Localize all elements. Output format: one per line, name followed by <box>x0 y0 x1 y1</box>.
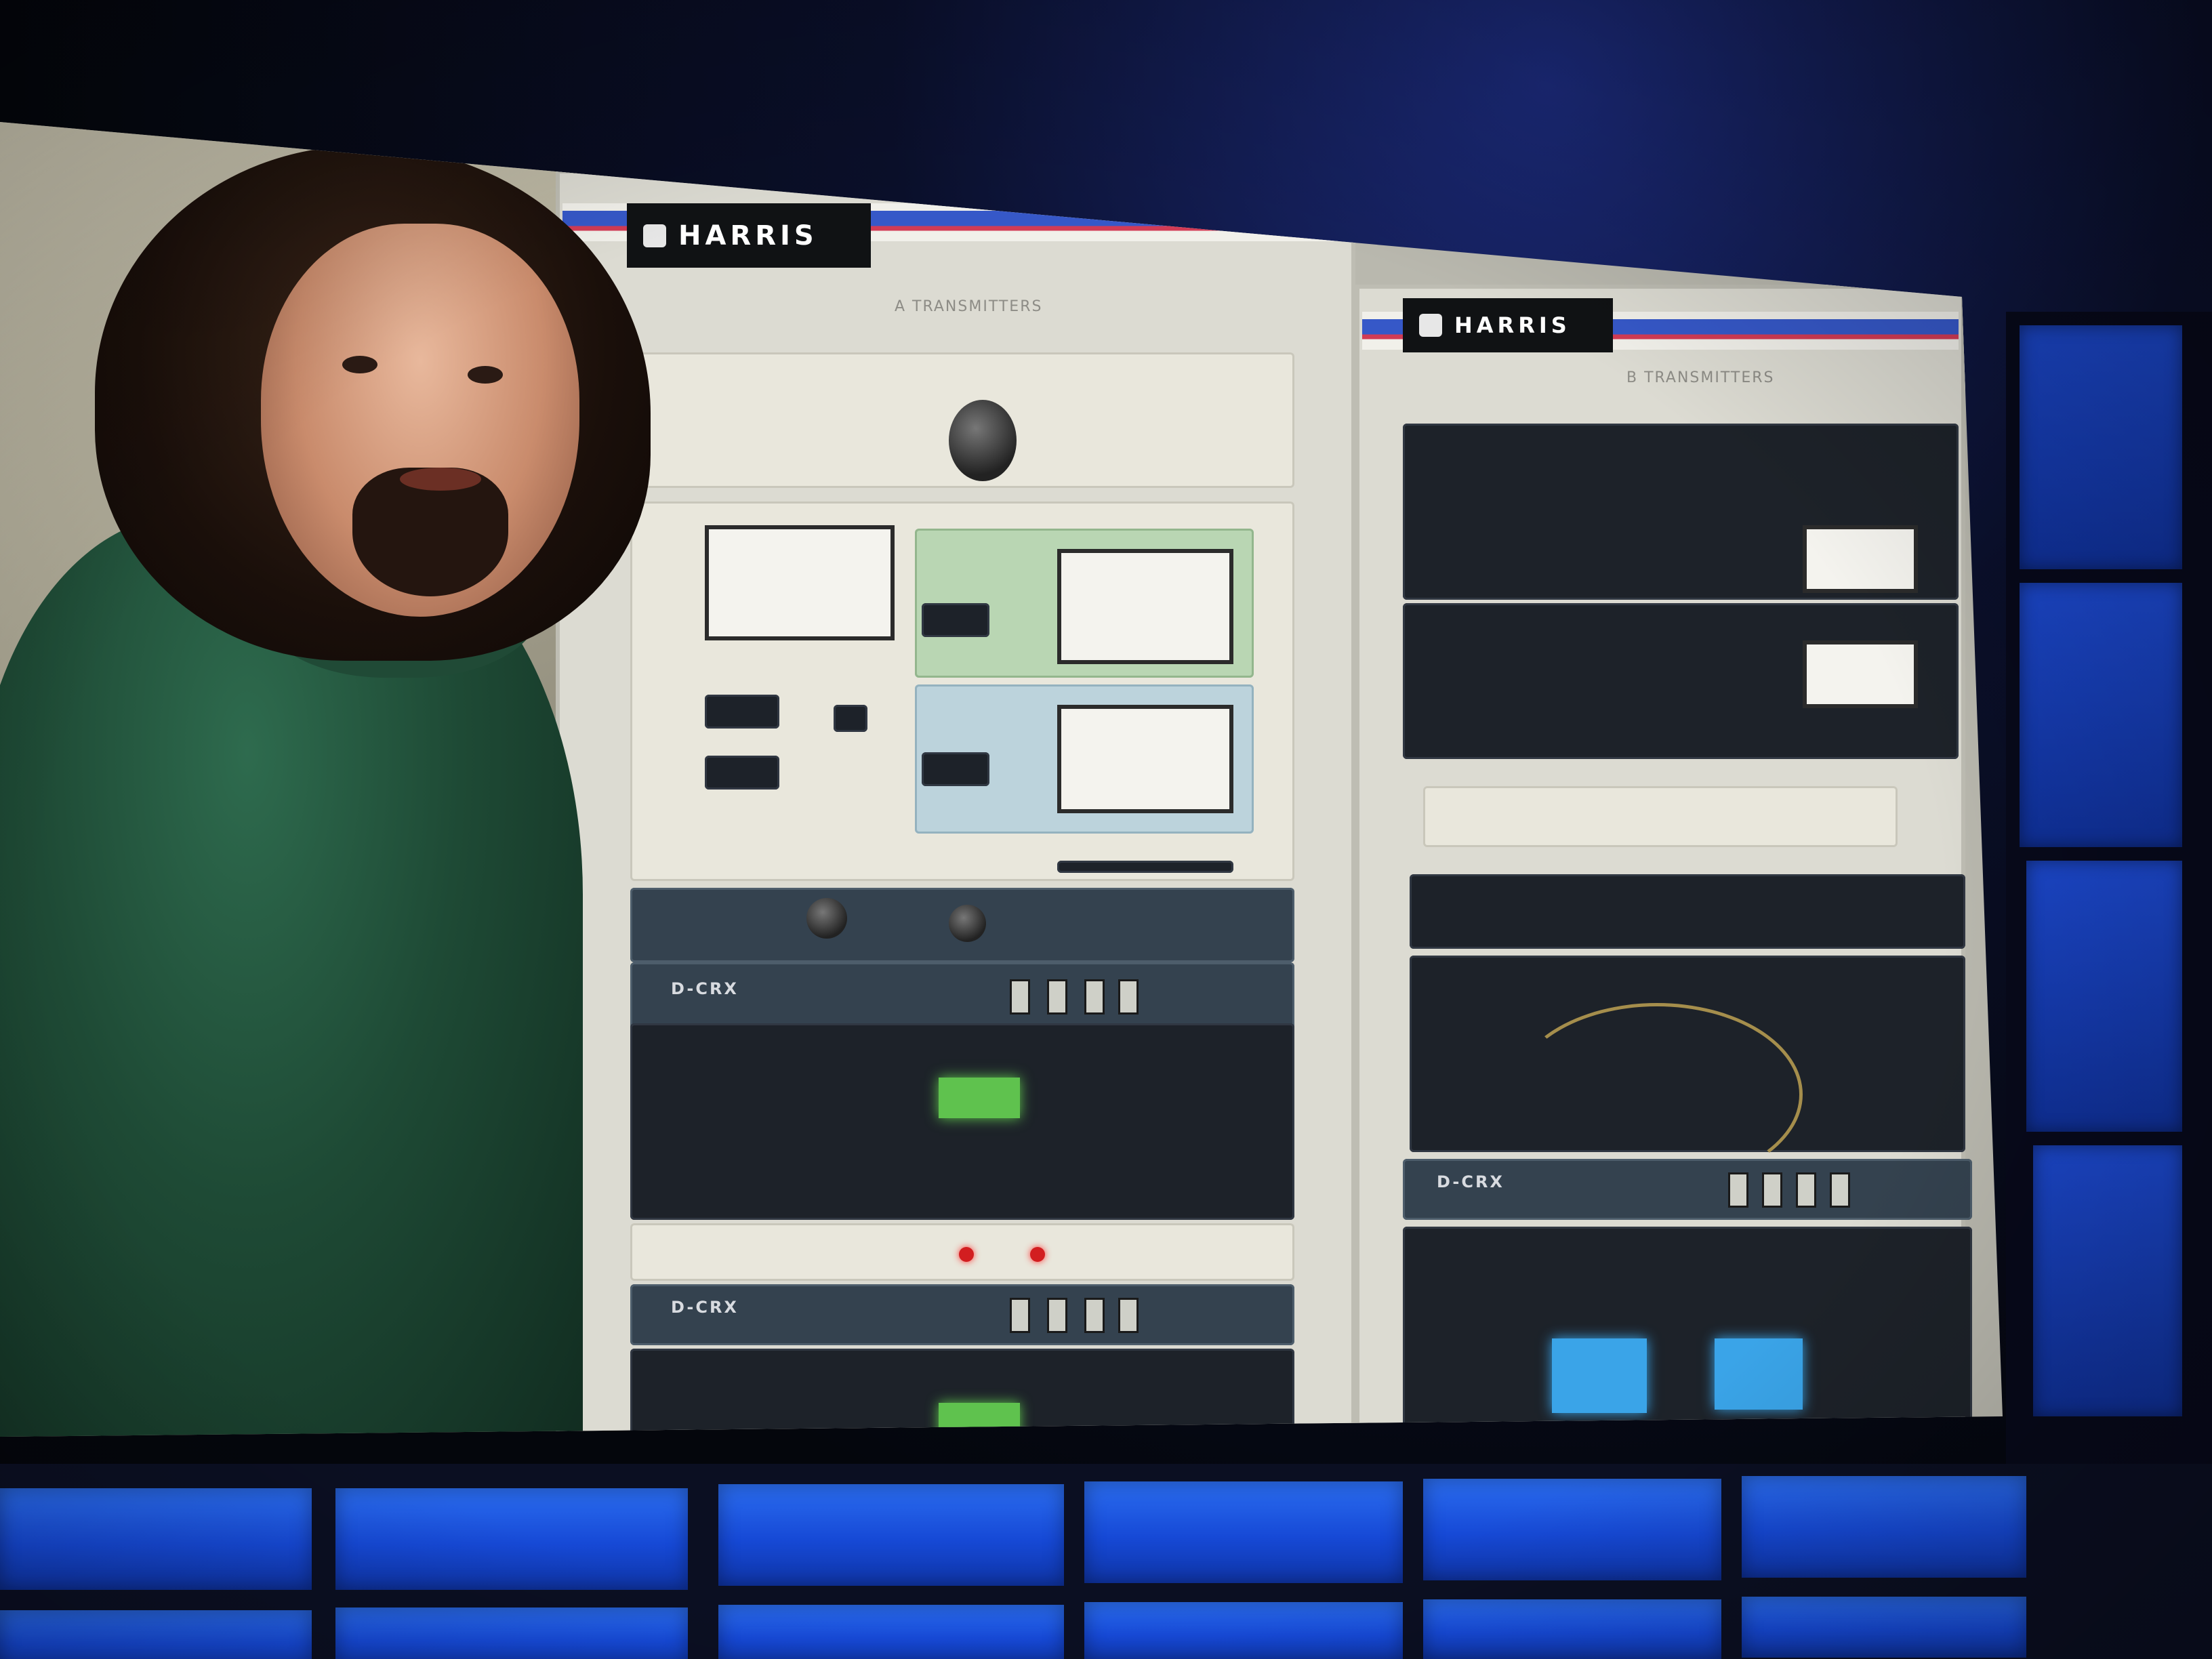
analog-meter <box>705 525 895 640</box>
side-wall-tile <box>2033 1145 2182 1416</box>
person-eye <box>342 356 377 373</box>
receiver-badge: D-CRX <box>1437 1172 1504 1191</box>
stage-tile <box>1423 1479 1721 1580</box>
toggle-switch <box>1084 979 1105 1015</box>
stage-tile <box>718 1484 1064 1586</box>
toggle-switch <box>1118 1298 1139 1333</box>
stage-tile-wall <box>0 1464 2212 1659</box>
rack-right-label: B TRANSMITTERS <box>1626 369 1775 386</box>
person-mouth <box>400 468 481 491</box>
receiver-badge: D-CRX <box>671 979 739 998</box>
switch-block <box>705 756 779 790</box>
green-lcd-display <box>939 1078 1020 1118</box>
toggle-switch <box>1728 1172 1748 1208</box>
harris-emblem-icon <box>643 224 666 247</box>
stage-tile <box>1084 1602 1403 1659</box>
rotary-knob <box>949 905 986 942</box>
red-led-icon <box>959 1247 974 1262</box>
blue-lcd-display <box>1715 1338 1803 1410</box>
switch-block <box>922 752 989 786</box>
stage-tile <box>335 1607 688 1659</box>
side-wall-tile <box>2020 583 2182 847</box>
photo-scene: HARRIS A TRANSMITTERS D-CRX D-CRX HARRIS… <box>0 0 2212 1659</box>
switch-block <box>705 695 779 729</box>
rack-unit-processor-2 <box>630 1349 1294 1437</box>
harris-emblem-icon <box>1419 314 1442 337</box>
green-lcd-display <box>939 1403 1020 1437</box>
analog-meter <box>1803 640 1918 708</box>
rack-unit-processor-3 <box>1403 1227 1972 1430</box>
toggle-switch <box>1084 1298 1105 1333</box>
rack-left-label: A TRANSMITTERS <box>895 298 1043 315</box>
projection-screen: HARRIS A TRANSMITTERS D-CRX D-CRX HARRIS… <box>0 122 2003 1437</box>
stage-tile <box>1742 1597 2026 1658</box>
indicator-bar <box>1057 861 1233 873</box>
side-wall-tile <box>2026 861 2182 1132</box>
harris-brand-text: HARRIS <box>678 220 818 251</box>
stage-tile <box>0 1610 312 1659</box>
stage-tile <box>1742 1476 2026 1578</box>
stage-tile <box>335 1488 688 1590</box>
toggle-switch <box>1762 1172 1782 1208</box>
rack-unit-controller <box>1410 874 1965 949</box>
analog-meter <box>1057 705 1233 813</box>
indicator <box>834 705 867 732</box>
stage-tile <box>718 1605 1064 1659</box>
switch-block <box>922 603 989 637</box>
stage-side-wall <box>2006 312 2212 1464</box>
side-wall-tile <box>2020 325 2182 569</box>
rotary-knob <box>806 898 847 939</box>
toggle-switch <box>1830 1172 1850 1208</box>
analog-meter <box>1057 549 1233 664</box>
red-led-icon <box>1030 1247 1045 1262</box>
toggle-switch <box>1796 1172 1816 1208</box>
stage-tile <box>1423 1599 1721 1659</box>
rack-unit-splitter <box>1423 786 1898 847</box>
toggle-switch <box>1010 1298 1030 1333</box>
toggle-switch <box>1047 1298 1067 1333</box>
toggle-switch <box>1047 979 1067 1015</box>
blue-lcd-display <box>1552 1338 1647 1413</box>
stage-tile <box>0 1488 312 1590</box>
harris-brand-text: HARRIS <box>1454 312 1571 338</box>
stage-tile <box>1084 1481 1403 1583</box>
selector-knob <box>949 400 1017 481</box>
analog-meter <box>1803 525 1918 593</box>
person-eye <box>468 366 503 384</box>
toggle-switch <box>1118 979 1139 1015</box>
harris-logo-left: HARRIS <box>627 203 871 268</box>
toggle-switch <box>1010 979 1030 1015</box>
harris-logo-right: HARRIS <box>1403 298 1613 352</box>
receiver-badge: D-CRX <box>671 1298 739 1317</box>
rack-unit-processor <box>630 1023 1294 1220</box>
